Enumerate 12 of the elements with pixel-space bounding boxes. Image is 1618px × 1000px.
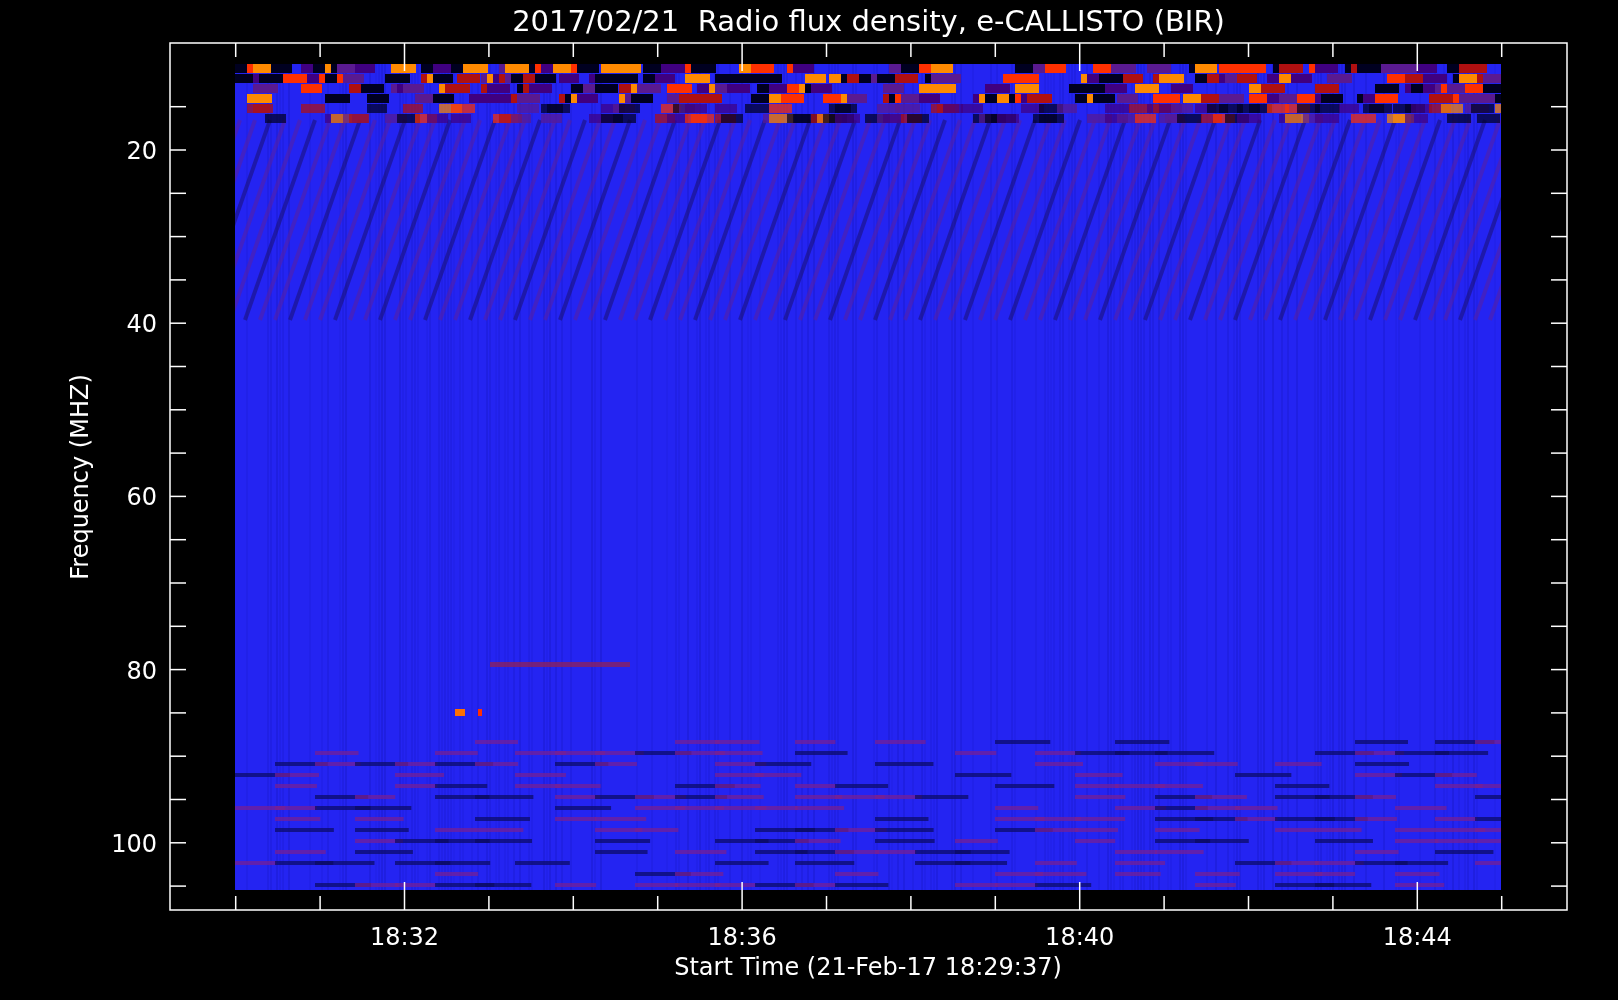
x-tick-label: 18:32 xyxy=(369,923,440,951)
y-tick-label: 80 xyxy=(126,656,157,685)
x-axis-label: Start Time (21-Feb-17 18:29:37) xyxy=(674,953,1062,981)
chart-title: 2017/02/21 Radio flux density, e-CALLISTO (BIR) xyxy=(512,4,1225,38)
y-tick-label: 40 xyxy=(126,310,157,339)
x-tick-label: 18:44 xyxy=(1382,923,1452,951)
y-tick-label: 60 xyxy=(126,483,157,512)
x-tick-label: 18:36 xyxy=(707,923,777,951)
y-tick-label: 20 xyxy=(126,137,157,165)
x-tick-label: 18:40 xyxy=(1045,923,1115,951)
y-tick-label: 100 xyxy=(111,829,157,858)
y-axis-label: Frequency (MHZ) xyxy=(66,374,94,580)
